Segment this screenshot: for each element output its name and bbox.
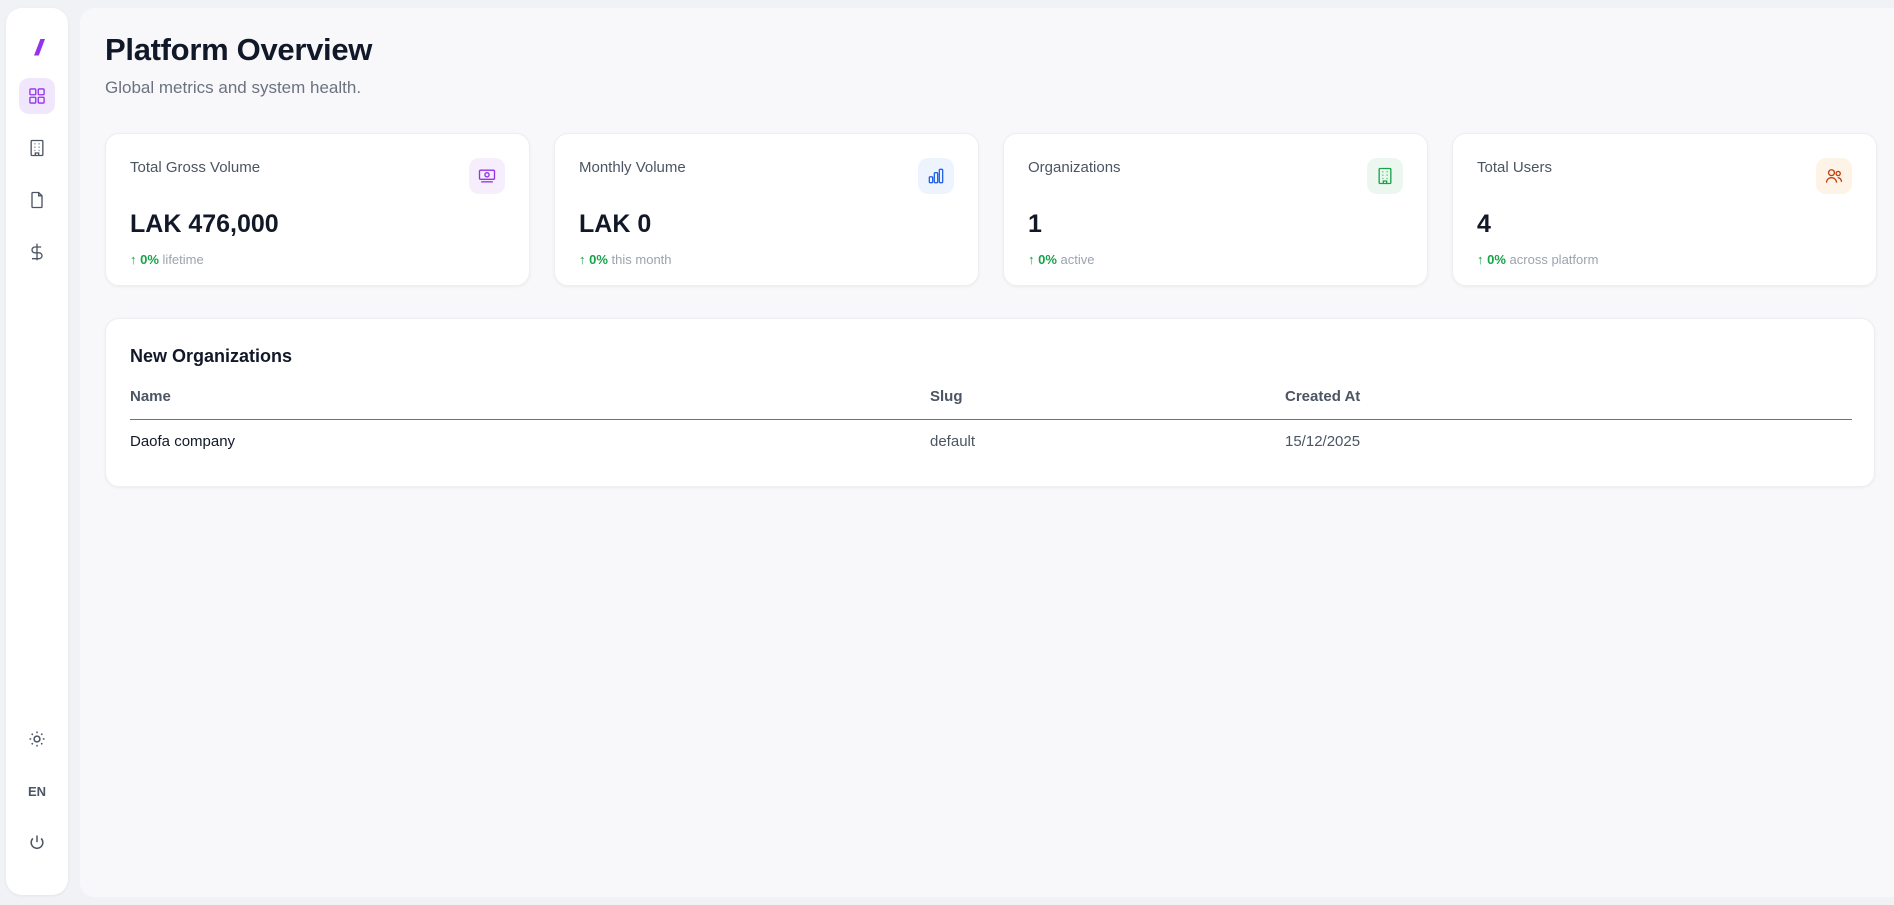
sidebar-item-documents[interactable] — [19, 182, 55, 218]
sidebar: // EN — [6, 8, 68, 895]
sun-icon — [29, 731, 45, 747]
table-row-slug: default — [930, 433, 976, 450]
building-icon — [1367, 158, 1403, 194]
table-row-name[interactable]: Daofa company — [130, 433, 235, 450]
metric-card-total-gross-volume: Total Gross Volume LAK 476,000 ↑ 0% life… — [105, 133, 530, 286]
metric-value: 1 — [1028, 210, 1042, 238]
logout-button[interactable] — [22, 831, 52, 855]
building-icon — [30, 139, 44, 157]
metric-card-monthly-volume: Monthly Volume LAK 0 ↑ 0% this month — [554, 133, 979, 286]
column-header-slug[interactable]: Slug — [930, 388, 963, 405]
theme-toggle-button[interactable] — [22, 727, 52, 751]
money-icon — [469, 158, 505, 194]
sidebar-item-dashboard[interactable] — [19, 78, 55, 114]
new-organizations-table: New Organizations Name Slug Created At D… — [105, 318, 1875, 487]
metric-value: LAK 0 — [579, 210, 652, 238]
metric-card-total-users: Total Users 4 ↑ 0% across platform — [1452, 133, 1877, 286]
metric-label: Total Users — [1477, 159, 1553, 176]
delta-note: active — [1060, 252, 1095, 267]
metric-card-organizations: Organizations 1 ↑ 0% active — [1003, 133, 1428, 286]
grid-icon — [29, 88, 45, 104]
arrow-up-icon: ↑ — [1028, 252, 1035, 267]
logo[interactable]: // — [19, 34, 55, 62]
table-title: New Organizations — [130, 346, 293, 366]
metric-label: Organizations — [1028, 159, 1121, 176]
column-header-created-at[interactable]: Created At — [1285, 388, 1360, 405]
sidebar-bottom: EN — [6, 727, 68, 855]
delta-percent: 0% — [1487, 252, 1506, 267]
power-icon — [30, 835, 44, 850]
delta-note: across platform — [1509, 252, 1599, 267]
main-content: Platform Overview Global metrics and sys… — [80, 8, 1894, 897]
metric-delta: ↑ 0% active — [1028, 252, 1095, 267]
delta-percent: 0% — [589, 252, 608, 267]
metric-value: LAK 476,000 — [130, 210, 279, 238]
metric-delta: ↑ 0% this month — [579, 252, 672, 267]
delta-note: this month — [611, 252, 672, 267]
bar-chart-icon — [918, 158, 954, 194]
sidebar-item-billing[interactable] — [19, 234, 55, 270]
delta-percent: 0% — [140, 252, 159, 267]
dollar-icon — [31, 243, 43, 261]
metric-delta: ↑ 0% across platform — [1477, 252, 1598, 267]
metric-value: 4 — [1477, 210, 1491, 238]
arrow-up-icon: ↑ — [1477, 252, 1484, 267]
column-header-name[interactable]: Name — [130, 388, 171, 405]
metric-delta: ↑ 0% lifetime — [130, 252, 204, 267]
language-button[interactable]: EN — [22, 779, 52, 803]
table-header-divider — [130, 419, 1852, 420]
delta-note: lifetime — [162, 252, 204, 267]
page-subtitle: Global metrics and system health. — [105, 78, 362, 97]
table-row-created-at: 15/12/2025 — [1285, 433, 1361, 450]
metric-cards: Total Gross Volume LAK 476,000 ↑ 0% life… — [105, 133, 1877, 286]
metric-label: Monthly Volume — [579, 159, 686, 176]
users-icon — [1816, 158, 1852, 194]
sidebar-nav — [19, 78, 55, 270]
page-title: Platform Overview — [105, 32, 373, 67]
metric-label: Total Gross Volume — [130, 159, 261, 176]
sidebar-item-organizations[interactable] — [19, 130, 55, 166]
arrow-up-icon: ↑ — [130, 252, 137, 267]
file-icon — [31, 191, 43, 209]
arrow-up-icon: ↑ — [579, 252, 586, 267]
delta-percent: 0% — [1038, 252, 1057, 267]
